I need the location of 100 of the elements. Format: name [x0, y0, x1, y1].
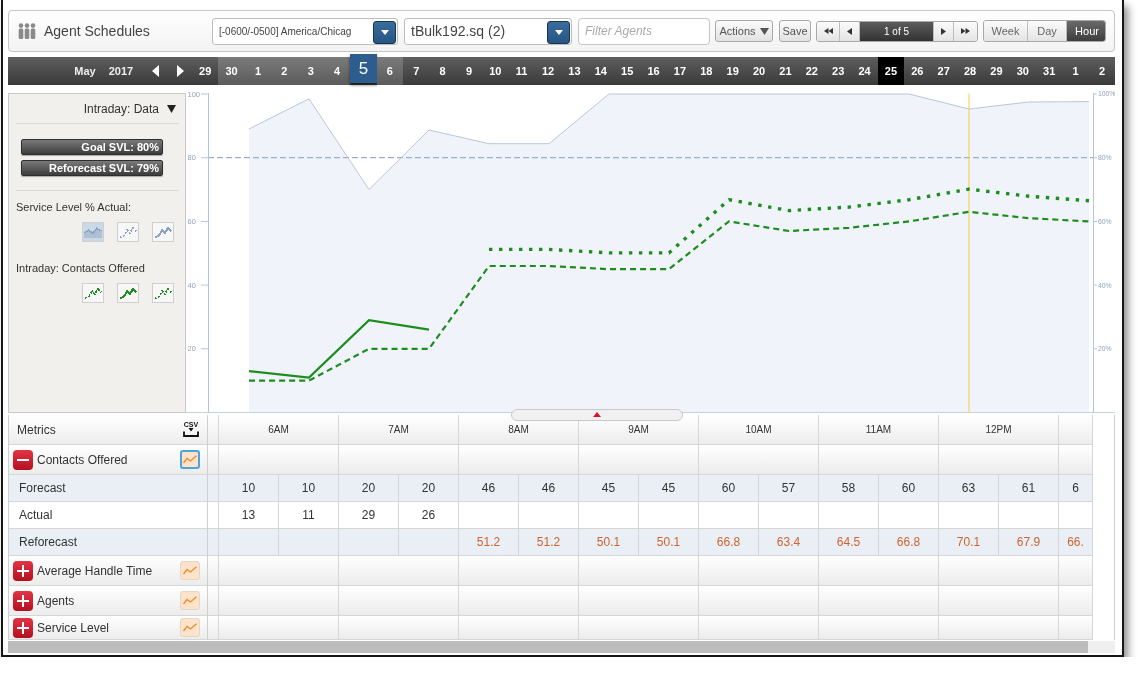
- line-chart-icon: [183, 596, 197, 605]
- expand-button[interactable]: [13, 617, 33, 638]
- date-item[interactable]: 7: [403, 57, 430, 85]
- view-tab[interactable]: Hour: [1067, 21, 1105, 41]
- dashed-line-icon: [84, 287, 102, 299]
- triangle-left-icon: [151, 65, 159, 77]
- metric-label: Agents: [37, 593, 75, 608]
- date-item[interactable]: 14: [587, 57, 614, 85]
- date-item[interactable]: 19: [719, 57, 746, 85]
- date-item[interactable]: 26: [904, 57, 931, 85]
- date-item[interactable]: 3: [297, 57, 324, 85]
- date-item[interactable]: 1: [244, 57, 272, 85]
- chart-style-button[interactable]: [117, 283, 139, 303]
- date-item[interactable]: 15: [614, 57, 641, 85]
- chart-style-button[interactable]: [82, 283, 104, 303]
- section-label: Intraday: Contacts Offered: [16, 262, 146, 274]
- date-item[interactable]: 22: [798, 57, 825, 85]
- date-item[interactable]: 13: [561, 57, 588, 85]
- row-label: Actual: [19, 508, 53, 522]
- last-page-button[interactable]: [954, 21, 977, 41]
- table-cell: [1059, 616, 1093, 640]
- line-chart-icon: [183, 455, 197, 464]
- actions-button[interactable]: Actions: [715, 20, 773, 42]
- next-page-button[interactable]: [934, 21, 954, 41]
- metric-label: Contacts Offered: [37, 452, 128, 467]
- chart-toggle-button[interactable]: [180, 591, 200, 610]
- date-item[interactable]: 2: [1088, 57, 1116, 85]
- chart-toggle-button[interactable]: [180, 561, 200, 580]
- date-item[interactable]: 20: [745, 57, 773, 85]
- expand-button[interactable]: [13, 560, 33, 581]
- metric-label: Service Level: [37, 620, 110, 635]
- view-dropdown[interactable]: Intraday: Data: [83, 101, 176, 116]
- date-item[interactable]: 18: [693, 57, 720, 85]
- double-caret-left-icon: [823, 28, 833, 34]
- date-item[interactable]: 4: [323, 57, 351, 85]
- date-item[interactable]: 1: [1062, 57, 1089, 85]
- date-item[interactable]: 29: [983, 57, 1010, 85]
- plus-icon: [17, 564, 29, 577]
- caret-down-icon: [554, 29, 563, 35]
- download-tray-icon: [183, 428, 199, 437]
- year-label: 2017: [107, 64, 135, 79]
- section-label: Service Level % Actual:: [16, 201, 132, 213]
- line-chart-icon: [183, 623, 197, 632]
- filter-field[interactable]: Filter Agents: [578, 17, 710, 45]
- date-item[interactable]: 24: [851, 57, 878, 85]
- chart-style-button[interactable]: [152, 283, 174, 303]
- dropdown-button[interactable]: [373, 20, 396, 44]
- line-chart-icon: [183, 566, 197, 575]
- chart-toggle-button[interactable]: [180, 450, 200, 469]
- metric-label: Average Handle Time: [37, 563, 153, 578]
- month-label: May: [73, 64, 97, 79]
- view-tab[interactable]: Week: [984, 21, 1028, 41]
- date-item[interactable]: 27: [930, 57, 957, 85]
- line-chart-icon: [154, 226, 172, 238]
- date-item[interactable]: 12: [534, 57, 562, 85]
- date-item[interactable]: 21: [772, 57, 799, 85]
- schedule-select[interactable]: tBulk192.sq (2): [404, 17, 572, 45]
- date-item[interactable]: 29: [192, 57, 219, 85]
- summary-bar: Goal SVL: 80%: [21, 139, 163, 155]
- dropdown-button[interactable]: [547, 20, 570, 44]
- previous-page-button[interactable]: [840, 21, 860, 41]
- date-item[interactable]: 30: [218, 57, 245, 85]
- row-label: Reforecast: [19, 535, 78, 549]
- page-title: Agent Schedules: [44, 23, 150, 39]
- chart-collapse-handle[interactable]: [511, 409, 683, 421]
- dotted-line-icon: [119, 226, 137, 238]
- view-tab[interactable]: Day: [1028, 21, 1067, 41]
- date-item[interactable]: 23: [825, 57, 852, 85]
- caret-down-icon: [167, 104, 176, 113]
- date-item[interactable]: 2: [271, 57, 298, 85]
- date-item[interactable]: 10: [482, 57, 509, 85]
- date-item[interactable]: 8: [429, 57, 456, 85]
- first-page-button[interactable]: [817, 21, 840, 41]
- date-item[interactable]: 16: [640, 57, 667, 85]
- plus-icon: [17, 621, 29, 634]
- page-indicator: 1 of 5: [860, 21, 934, 41]
- expand-button[interactable]: [13, 590, 33, 611]
- timezone-select[interactable]: [-0600/-0500] America/Chicag: [212, 17, 398, 45]
- date-item[interactable]: 5: [350, 54, 377, 83]
- chart-toggle-button[interactable]: [180, 618, 200, 637]
- column-header: Metrics: [17, 422, 56, 437]
- save-button[interactable]: Save: [779, 20, 811, 42]
- date-item[interactable]: 30: [1009, 57, 1036, 85]
- date-item[interactable]: 25: [877, 57, 905, 85]
- caret-down-icon: [380, 29, 389, 35]
- caret-down-icon: [759, 27, 769, 35]
- caret-left-icon: [847, 27, 852, 35]
- collapse-button[interactable]: [13, 449, 33, 470]
- date-item[interactable]: 9: [455, 57, 483, 85]
- date-item[interactable]: 11: [508, 57, 535, 85]
- date-item[interactable]: 17: [666, 57, 694, 85]
- row-label: Forecast: [19, 481, 66, 495]
- minus-icon: [17, 458, 29, 461]
- date-item[interactable]: 31: [1036, 57, 1063, 85]
- date-item[interactable]: 28: [956, 57, 984, 85]
- area-chart-icon: [84, 226, 102, 238]
- dotted-line-icon: [154, 287, 172, 299]
- line-chart-icon: [119, 287, 137, 299]
- caret-right-icon: [941, 27, 946, 35]
- date-item[interactable]: 6: [376, 57, 403, 85]
